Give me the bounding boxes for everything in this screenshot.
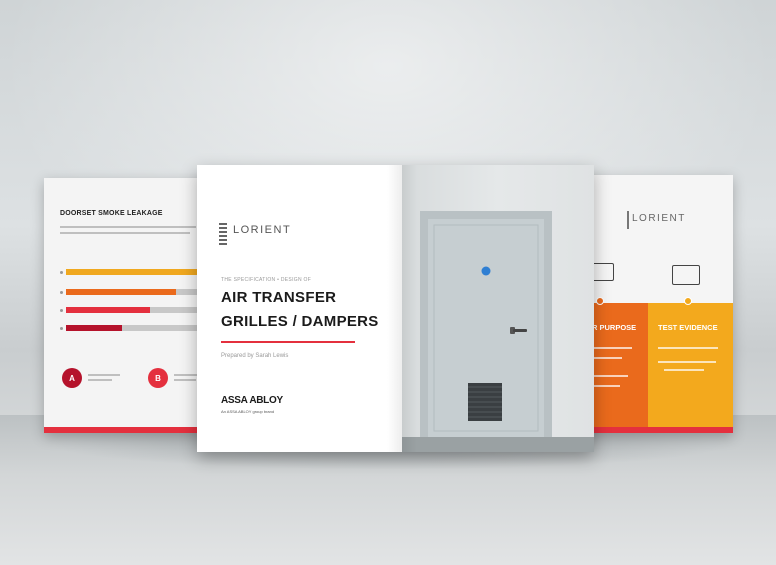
badge-a-caption xyxy=(88,379,112,381)
door-handle xyxy=(513,329,527,332)
leakage-bar-1 xyxy=(66,269,212,275)
badge-a-caption xyxy=(88,374,120,376)
right-brochure-logo: LORIENT xyxy=(632,213,686,224)
door-blue-sign xyxy=(481,266,491,276)
left-text-line xyxy=(60,226,196,228)
test-evidence-text xyxy=(658,361,716,363)
bar-marker xyxy=(60,327,63,330)
bar-marker xyxy=(60,291,63,294)
left-brochure: DOORSET SMOKE LEAKAGE A B xyxy=(44,178,212,433)
test-evidence-panel xyxy=(648,303,733,427)
purpose-text xyxy=(592,347,632,349)
purpose-text xyxy=(592,385,620,387)
cover-byline: Prepared by Sarah Lewis xyxy=(221,353,289,359)
leakage-bar-2 xyxy=(66,289,176,295)
center-brochure: LORIENT THE SPECIFICATION • DESIGN OF AI… xyxy=(197,165,594,452)
right-brochure: LORIENT R PURPOSE TEST EVIDENCE xyxy=(580,175,733,433)
badge-a: A xyxy=(62,368,82,388)
cover-accent-line xyxy=(221,341,355,343)
test-evidence-text xyxy=(664,369,704,371)
leakage-bar-3 xyxy=(66,307,150,313)
lorient-logo-icon xyxy=(219,223,227,245)
cover-title-line1: AIR TRANSFER xyxy=(221,289,337,306)
purpose-heading: R PURPOSE xyxy=(592,323,637,332)
cover-logo: LORIENT xyxy=(233,224,292,236)
bar-marker xyxy=(60,309,63,312)
bar-marker xyxy=(60,271,63,274)
assa-abloy-tagline: An ASSA ABLOY group brand xyxy=(221,409,275,414)
right-logo-mark xyxy=(627,211,629,229)
air-transfer-grille xyxy=(468,383,502,421)
photo-floor xyxy=(402,437,594,452)
test-evidence-heading: TEST EVIDENCE xyxy=(658,323,718,332)
purpose-text xyxy=(592,375,628,377)
right-brochure-red-strip xyxy=(580,427,733,433)
badge-b: B xyxy=(148,368,168,388)
cover-title-line2: GRILLES / DAMPERS xyxy=(221,313,379,330)
left-brochure-red-strip xyxy=(44,427,212,433)
panel-pin xyxy=(684,297,692,305)
purpose-text xyxy=(592,357,622,359)
left-brochure-title: DOORSET SMOKE LEAKAGE xyxy=(60,210,163,217)
cover-kicker: THE SPECIFICATION • DESIGN OF xyxy=(221,277,312,283)
shield-icon xyxy=(592,263,614,281)
left-text-line xyxy=(60,232,190,234)
cover-page: LORIENT THE SPECIFICATION • DESIGN OF AI… xyxy=(197,165,402,452)
badge-b-caption xyxy=(174,379,196,381)
assa-abloy-logo: ASSA ABLOY xyxy=(221,395,283,406)
fold-shadow xyxy=(387,165,417,452)
leakage-bar-4 xyxy=(66,325,122,331)
test-evidence-text xyxy=(658,347,718,349)
certificate-icon xyxy=(672,265,700,285)
door-photo-page xyxy=(402,165,594,452)
brochure-mockup-scene: DOORSET SMOKE LEAKAGE A B LORIENT R PURP… xyxy=(0,0,776,565)
panel-pin xyxy=(596,297,604,305)
